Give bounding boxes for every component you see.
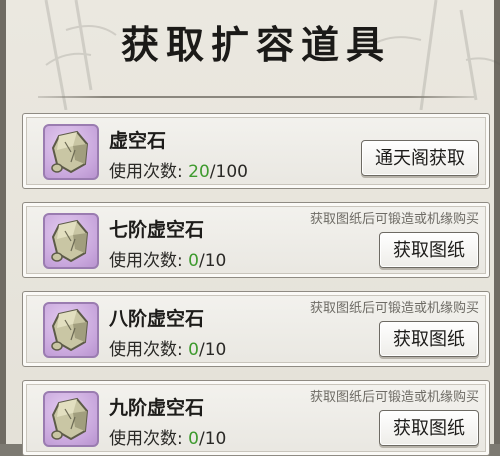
void-stone-icon xyxy=(43,213,99,269)
usage-current: 0 xyxy=(188,340,199,360)
get-blueprint-button[interactable]: 获取图纸 xyxy=(379,321,479,357)
item-name: 九阶虚空石 xyxy=(109,397,205,419)
panel-title: 获取扩容道具 xyxy=(120,22,391,67)
usage-max: 10 xyxy=(204,340,227,360)
acquire-hint: 获取图纸后可锻造或机缘购买 xyxy=(309,301,479,316)
item-name: 七阶虚空石 xyxy=(109,219,205,241)
usage-label: 使用次数: xyxy=(109,429,183,449)
usage-max: 100 xyxy=(215,162,248,182)
item-name: 八阶虚空石 xyxy=(109,308,205,330)
usage-count: 使用次数: 0/10 xyxy=(109,335,226,360)
usage-max: 10 xyxy=(204,251,227,271)
tongtian-pavilion-button[interactable]: 通天阁获取 xyxy=(361,140,479,176)
item-card-void-stone: 虚空石 使用次数: 20/100 通天阁获取 xyxy=(22,113,490,189)
usage-current: 0 xyxy=(188,251,199,271)
item-card-eighth-void-stone: 八阶虚空石 使用次数: 0/10 获取图纸后可锻造或机缘购买 获取图纸 xyxy=(22,291,490,367)
usage-label: 使用次数: xyxy=(109,340,183,360)
item-name: 虚空石 xyxy=(109,130,167,152)
acquire-hint: 获取图纸后可锻造或机缘购买 xyxy=(309,390,479,405)
usage-count: 使用次数: 20/100 xyxy=(109,157,248,182)
acquire-hint: 获取图纸后可锻造或机缘购买 xyxy=(309,212,479,227)
void-stone-icon xyxy=(43,302,99,358)
usage-label: 使用次数: xyxy=(109,162,183,182)
void-stone-icon xyxy=(43,124,99,180)
acquire-panel: 获取扩容道具 虚空石 使用次数: 20/100 通天阁获取 七阶虚空石 使用次数… xyxy=(0,0,500,456)
usage-current: 0 xyxy=(188,429,199,449)
usage-current: 20 xyxy=(188,162,210,182)
get-blueprint-button[interactable]: 获取图纸 xyxy=(379,232,479,268)
usage-max: 10 xyxy=(204,429,227,449)
get-blueprint-button[interactable]: 获取图纸 xyxy=(379,410,479,446)
title-divider xyxy=(38,96,474,98)
usage-label: 使用次数: xyxy=(109,251,183,271)
item-card-ninth-void-stone: 九阶虚空石 使用次数: 0/10 获取图纸后可锻造或机缘购买 获取图纸 xyxy=(22,380,490,456)
item-card-seventh-void-stone: 七阶虚空石 使用次数: 0/10 获取图纸后可锻造或机缘购买 获取图纸 xyxy=(22,202,490,278)
void-stone-icon xyxy=(43,391,99,447)
usage-count: 使用次数: 0/10 xyxy=(109,424,226,449)
usage-count: 使用次数: 0/10 xyxy=(109,246,226,271)
